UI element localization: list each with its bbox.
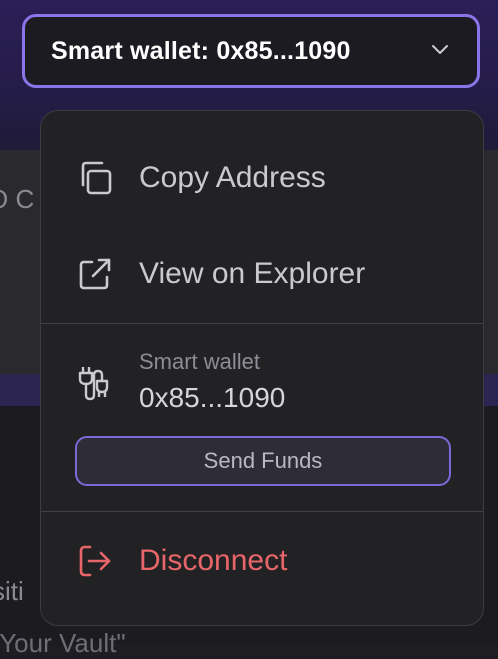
copy-address-label: Copy Address	[139, 161, 326, 194]
external-link-icon	[79, 258, 111, 290]
logout-icon	[79, 545, 111, 577]
background-text: siti	[0, 576, 24, 606]
smart-wallet-label: Smart wallet	[139, 349, 261, 374]
copy-address-item[interactable]: Copy Address	[41, 143, 483, 213]
view-on-explorer-label: View on Explorer	[139, 257, 366, 290]
copy-icon	[81, 161, 112, 195]
menu-divider	[41, 511, 483, 512]
wallet-plug-icon	[78, 367, 109, 401]
view-on-explorer-item[interactable]: View on Explorer	[41, 239, 483, 309]
disconnect-item[interactable]: Disconnect	[41, 526, 483, 596]
chevron-down-icon	[432, 45, 448, 54]
send-funds-button[interactable]: Send Funds	[75, 436, 451, 486]
menu-divider	[41, 323, 483, 324]
wallet-menu: Copy Address View on Explorer Smart wall…	[40, 110, 484, 626]
wallet-button-label: Smart wallet: 0x85...1090	[51, 36, 351, 65]
disconnect-label: Disconnect	[139, 544, 288, 577]
wallet-dropdown-button[interactable]: Smart wallet: 0x85...1090	[22, 14, 480, 88]
smart-wallet-address: 0x85...1090	[139, 382, 286, 413]
background-text: O C	[0, 184, 35, 214]
